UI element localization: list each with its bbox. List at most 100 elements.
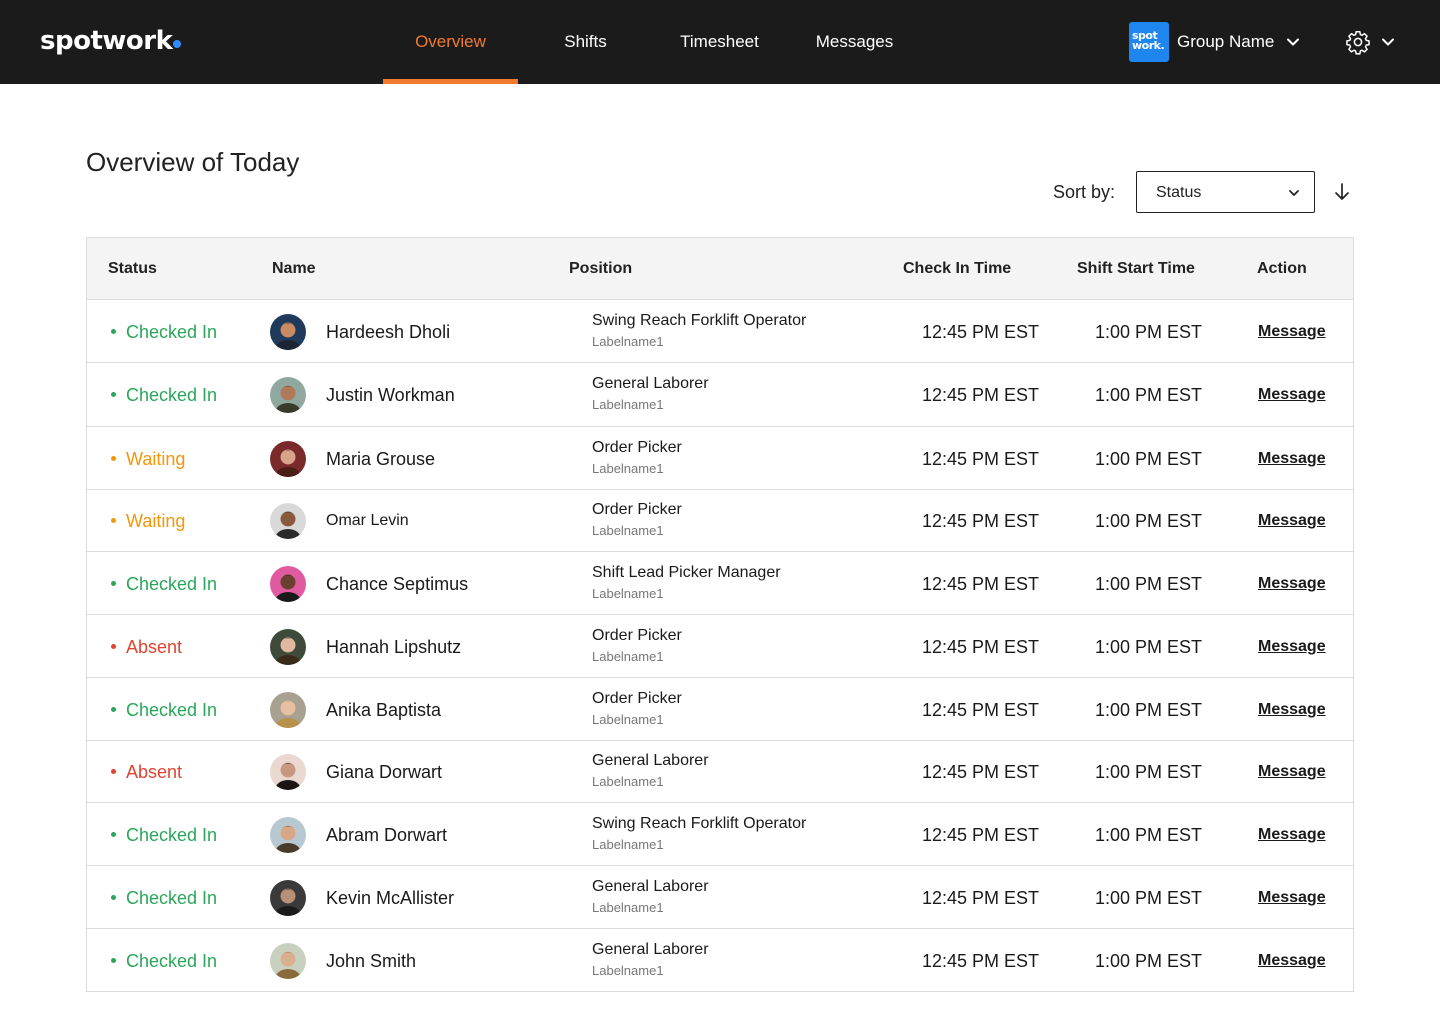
chevron-down-icon (1289, 190, 1299, 196)
status-dot (111, 958, 116, 963)
table-row: Waiting Maria Grouse Order Picker Labelname… (87, 427, 1353, 490)
logo-dot (173, 40, 182, 48)
position-label: Labelname1 (592, 774, 664, 789)
avatar-photo-icon (270, 880, 306, 916)
avatar[interactable] (270, 880, 306, 916)
position-title: Swing Reach Forklift Operator (592, 312, 807, 329)
message-link[interactable]: Message (1258, 760, 1326, 784)
avatar[interactable] (270, 441, 306, 477)
avatar[interactable] (270, 314, 306, 350)
status-badge: Checked In (111, 571, 217, 597)
position-label: Labelname1 (592, 397, 664, 412)
status-badge: Checked In (111, 319, 217, 345)
column-header-status[interactable]: Status (108, 238, 157, 300)
sort-select[interactable]: Status (1136, 171, 1315, 213)
check-in-time: 12:45 PM EST (922, 700, 1040, 720)
position-title: Order Picker (592, 439, 682, 456)
chevron-down-icon[interactable] (1286, 35, 1300, 49)
spotwork-logo[interactable]: spotwork (40, 24, 182, 58)
avatar[interactable] (270, 503, 306, 539)
position-cell: Order Picker Labelname1 (592, 688, 682, 730)
table-row: Checked In Justin Workman General Laborer L… (87, 363, 1353, 427)
avatar[interactable] (270, 692, 306, 728)
group-logo[interactable]: spot work. (1129, 22, 1169, 62)
position-title: Swing Reach Forklift Operator (592, 815, 807, 832)
position-label: Labelname1 (592, 586, 664, 601)
message-link[interactable]: Message (1258, 509, 1326, 533)
message-link[interactable]: Message (1258, 383, 1326, 407)
avatar-photo-icon (270, 754, 306, 790)
table-row: Waiting Omar Levin Order Picker Labelname1 1… (87, 490, 1353, 552)
position-cell: Order Picker Labelname1 (592, 499, 682, 541)
status-dot (111, 769, 116, 774)
group-name-dropdown[interactable]: Group Name (1177, 30, 1274, 54)
position-title: Order Picker (592, 690, 682, 707)
tab-overview[interactable]: Overview (383, 0, 518, 84)
avatar-photo-icon (270, 441, 306, 477)
group-logo-line2: work. (1132, 39, 1165, 52)
check-in-time: 12:45 PM EST (922, 888, 1040, 908)
employee-name: Hardeesh Dholi (326, 322, 451, 342)
tab-timesheet[interactable]: Timesheet (652, 0, 787, 84)
position-label: Labelname1 (592, 712, 664, 727)
avatar[interactable] (270, 754, 306, 790)
message-link[interactable]: Message (1258, 572, 1326, 596)
table-row: Checked In Chance Septimus Shift Lead Pick… (87, 552, 1353, 615)
position-title: General Laborer (592, 375, 709, 392)
status-text: Checked In (126, 700, 218, 720)
message-link[interactable]: Message (1258, 949, 1326, 973)
employee-name: Maria Grouse (326, 449, 436, 469)
status-text: Waiting (126, 511, 186, 531)
position-label: Labelname1 (592, 837, 664, 852)
message-link[interactable]: Message (1258, 635, 1326, 659)
position-title: General Laborer (592, 878, 709, 895)
position-label: Labelname1 (592, 334, 664, 349)
shift-start-time: 1:00 PM EST (1095, 385, 1203, 405)
check-in-time: 12:45 PM EST (922, 511, 1040, 531)
column-header-position[interactable]: Position (569, 238, 632, 300)
status-text: Waiting (126, 449, 186, 469)
message-link[interactable]: Message (1258, 698, 1326, 722)
message-link[interactable]: Message (1258, 886, 1326, 910)
chevron-down-icon[interactable] (1381, 35, 1395, 49)
message-link[interactable]: Message (1258, 320, 1326, 344)
column-header-shift-start[interactable]: Shift Start Time (1077, 238, 1195, 300)
shift-start-time: 1:00 PM EST (1095, 700, 1203, 720)
gear-icon[interactable] (1345, 29, 1371, 55)
avatar-photo-icon (270, 629, 306, 665)
avatar[interactable] (270, 629, 306, 665)
shift-start-time: 1:00 PM EST (1095, 574, 1203, 594)
status-text: Absent (126, 637, 183, 657)
avatar[interactable] (270, 566, 306, 602)
position-title: Order Picker (592, 627, 682, 644)
status-badge: Waiting (111, 446, 185, 472)
message-link[interactable]: Message (1258, 823, 1326, 847)
shift-start-time: 1:00 PM EST (1095, 511, 1203, 531)
column-header-name[interactable]: Name (272, 238, 316, 300)
status-text: Checked In (126, 322, 218, 342)
column-header-check-in[interactable]: Check In Time (903, 238, 1011, 300)
status-dot (111, 581, 116, 586)
position-cell: General Laborer Labelname1 (592, 876, 709, 918)
status-text: Checked In (126, 825, 218, 845)
status-dot (111, 329, 116, 334)
sort-by-label: Sort by: (1053, 182, 1116, 202)
status-text: Checked In (126, 574, 218, 594)
avatar[interactable] (270, 377, 306, 413)
avatar[interactable] (270, 817, 306, 853)
check-in-time: 12:45 PM EST (922, 574, 1040, 594)
avatar-photo-icon (270, 817, 306, 853)
message-link[interactable]: Message (1258, 447, 1326, 471)
table-header: Status Name Position Check In Time Shift… (87, 238, 1353, 300)
arrow-down-icon[interactable] (1332, 182, 1352, 202)
employee-name: Abram Dorwart (326, 825, 448, 845)
employee-name: Chance Septimus (326, 574, 469, 594)
tab-messages[interactable]: Messages (787, 0, 922, 84)
position-cell: Swing Reach Forklift Operator Labelname1 (592, 813, 806, 855)
avatar[interactable] (270, 943, 306, 979)
status-badge: Checked In (111, 382, 217, 408)
employee-name: Giana Dorwart (326, 762, 443, 782)
tab-shifts[interactable]: Shifts (518, 0, 653, 84)
position-cell: General Laborer Labelname1 (592, 750, 709, 792)
check-in-time: 12:45 PM EST (922, 762, 1040, 782)
